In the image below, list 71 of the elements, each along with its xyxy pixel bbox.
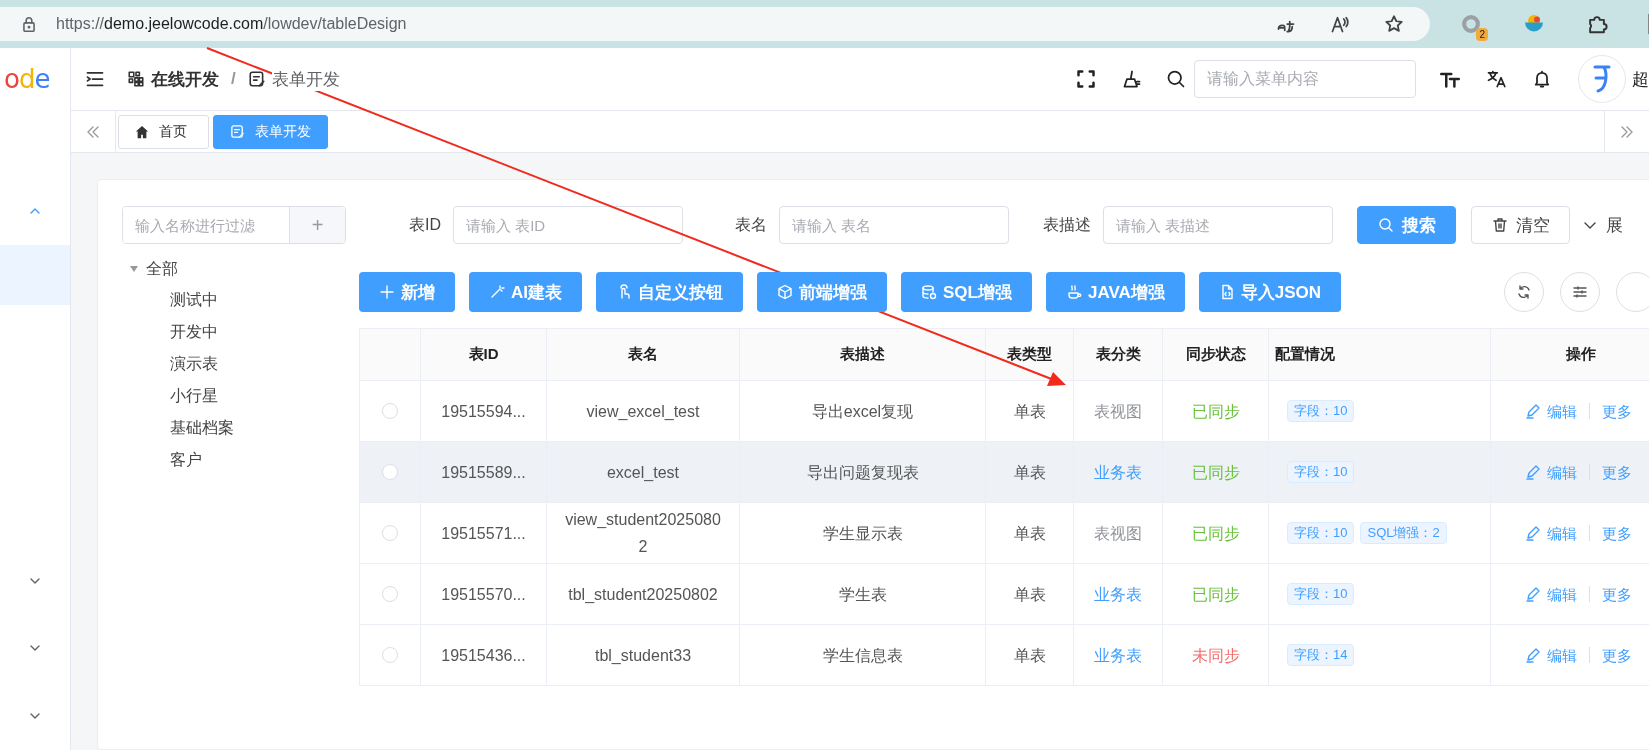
tag: 字段：14: [1287, 644, 1355, 666]
table-cell: 单表: [985, 624, 1074, 686]
table-cell: 表视图: [1073, 380, 1163, 442]
table-row[interactable]: 19515570... tbl_student20250802 学生表 单表 业务表 已同步 字段：10 编辑 更多: [359, 563, 1649, 625]
column-header[interactable]: 配置情况: [1268, 328, 1491, 381]
field-label: 表描述: [1043, 214, 1091, 235]
table-cell: 19515594...: [420, 380, 547, 442]
table-cell: 导出问题复现表: [739, 441, 986, 503]
table-cell: 业务表: [1073, 563, 1163, 625]
address-bar[interactable]: https://demo.jeelowcode.com/lowdev/tableDesign: [0, 7, 1430, 41]
column-header[interactable]: 表ID: [420, 328, 547, 381]
user-name[interactable]: 超: [1632, 67, 1649, 91]
tag: 字段：10: [1287, 583, 1355, 605]
table-cell: 已同步: [1162, 563, 1269, 625]
menu-search-field[interactable]: 请输入菜单内容: [1194, 60, 1416, 98]
tree-item[interactable]: 开发中: [170, 321, 218, 343]
tree-item[interactable]: 全部: [146, 258, 178, 280]
table-cell: 19515436...: [420, 624, 547, 686]
table-row[interactable]: 19515594... view_excel_test 导出excel复现 单表 表视图 已同步 字段：10 编辑 更多: [359, 380, 1649, 442]
table-cell: 单表: [985, 502, 1074, 564]
table-cell: view_student20250802: [546, 502, 740, 564]
table-cell: 已同步: [1162, 380, 1269, 442]
search-field[interactable]: 请输入 表ID: [453, 206, 683, 244]
table-row[interactable]: 19515571... view_student20250802 学生显示表 单表 表视图 已同步 字段：10 SQL增强：2 编辑 更多: [359, 502, 1649, 564]
field-label: 表名: [735, 214, 767, 235]
tree-item[interactable]: 测试中: [170, 289, 218, 311]
table-cell: 学生显示表: [739, 502, 986, 564]
search-field[interactable]: 请输入 表名: [779, 206, 1009, 244]
table-cell: 业务表: [1073, 441, 1163, 503]
breadcrumb-item[interactable]: 在线开发: [151, 67, 219, 91]
clear-button[interactable]: 清空: [1471, 206, 1570, 244]
column-header[interactable]: 表描述: [739, 328, 986, 381]
table-cell: 单表: [985, 563, 1074, 625]
table-cell: 已同步: [1162, 441, 1269, 503]
table-cell: 19515570...: [420, 563, 547, 625]
column-header[interactable]: 表分类: [1073, 328, 1163, 381]
table-cell: 导出excel复现: [739, 380, 986, 442]
expand-link[interactable]: 展: [1606, 213, 1623, 237]
logo: ode: [3, 62, 50, 96]
tab[interactable]: 首页: [118, 114, 209, 149]
table-cell: 学生信息表: [739, 624, 986, 686]
tag: SQL增强：2: [1360, 522, 1447, 544]
tag: 字段：10: [1287, 400, 1355, 422]
tag: 字段：10: [1287, 461, 1355, 483]
table-cell: tbl_student20250802: [546, 563, 740, 625]
table-cell: 表视图: [1073, 502, 1163, 564]
table-cell: excel_test: [546, 441, 740, 503]
table-cell: 学生表: [739, 563, 986, 625]
table-cell: 业务表: [1073, 624, 1163, 686]
search-field[interactable]: 请输入 表描述: [1103, 206, 1333, 244]
tree-item[interactable]: 小行星: [170, 385, 218, 407]
tree-item[interactable]: 客户: [170, 449, 202, 471]
table-cell: 未同步: [1162, 624, 1269, 686]
field-label: 表ID: [409, 214, 441, 235]
table-cell: 19515589...: [420, 441, 547, 503]
tree-item[interactable]: 演示表: [170, 353, 218, 375]
table-cell: view_excel_test: [546, 380, 740, 442]
table-cell: 19515571...: [420, 502, 547, 564]
column-header[interactable]: 表类型: [985, 328, 1074, 381]
breadcrumb-separator: /: [231, 69, 236, 89]
tag: 字段：10: [1287, 522, 1355, 544]
table-row[interactable]: 19515436... tbl_student33 学生信息表 单表 业务表 未同步 字段：14 编辑 更多: [359, 624, 1649, 686]
column-header[interactable]: 同步状态: [1162, 328, 1269, 381]
column-header[interactable]: 表名: [546, 328, 740, 381]
table-cell: tbl_student33: [546, 624, 740, 686]
column-header[interactable]: 操作: [1490, 328, 1649, 381]
tree-item[interactable]: 基础档案: [170, 417, 234, 439]
table-row[interactable]: 19515589... excel_test 导出问题复现表 单表 业务表 已同步 字段：10 编辑 更多: [359, 441, 1649, 503]
notification-badge: 2: [1476, 28, 1488, 41]
table-cell: 单表: [985, 441, 1074, 503]
table-cell: 已同步: [1162, 502, 1269, 564]
